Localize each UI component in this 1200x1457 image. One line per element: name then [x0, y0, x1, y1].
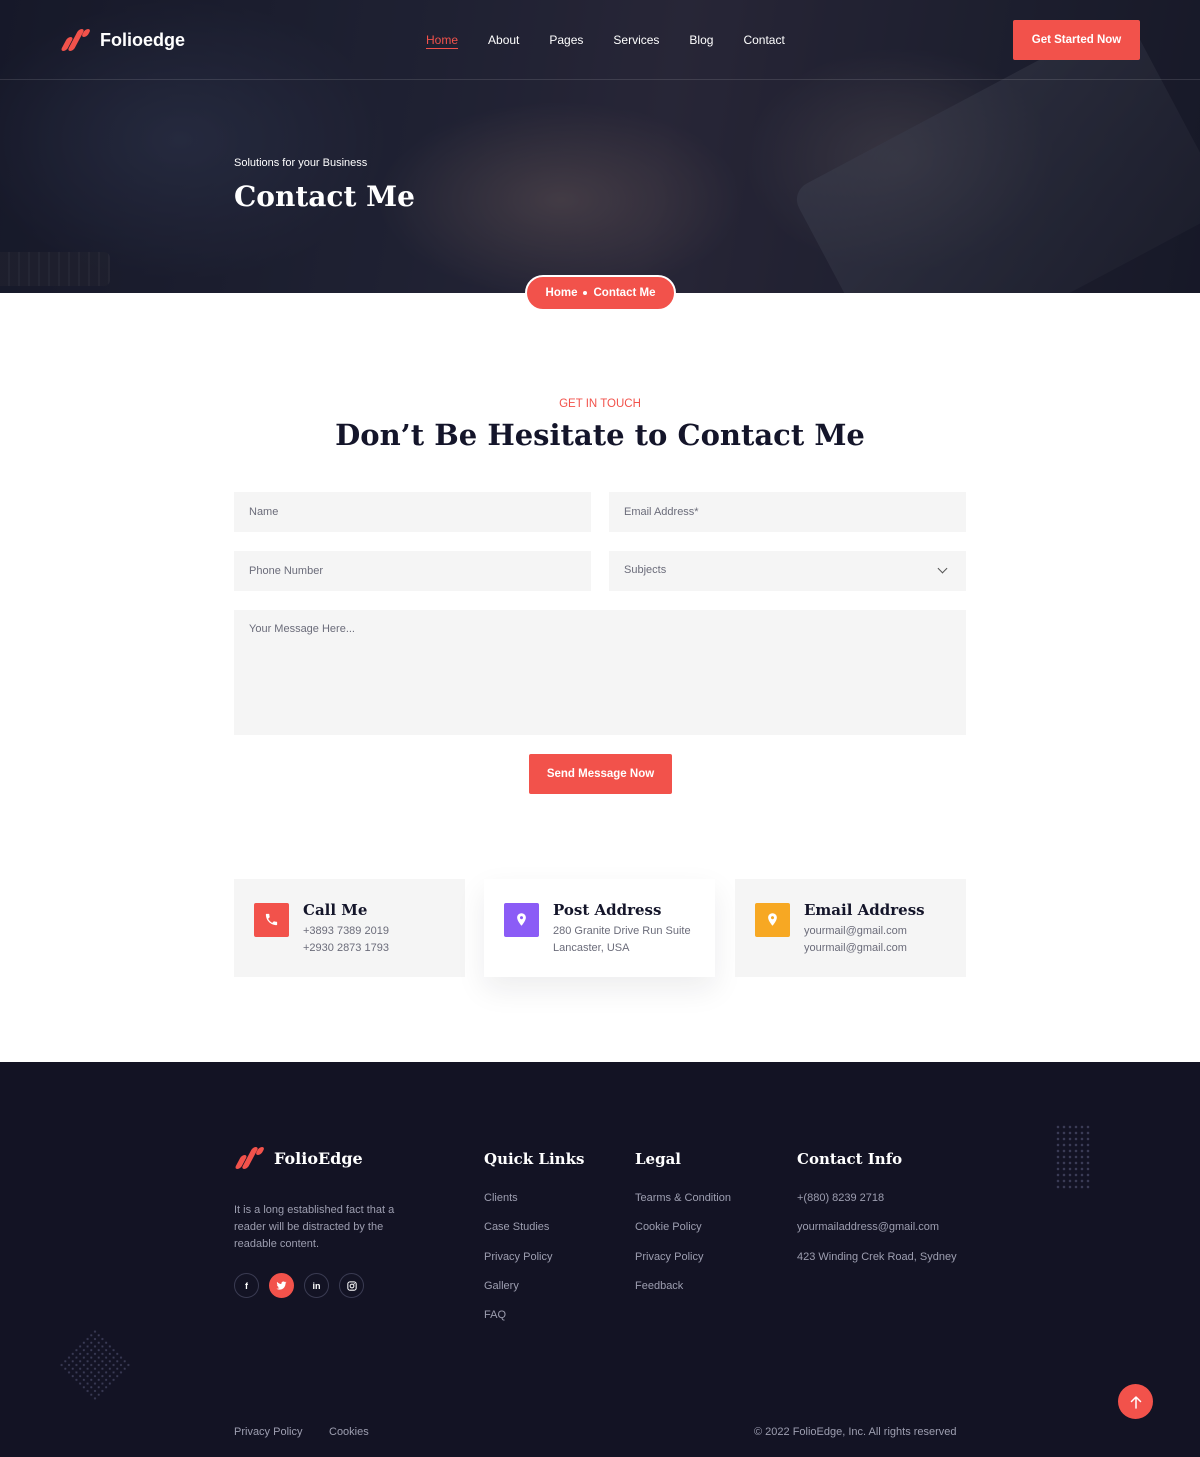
nav-item-blog[interactable]: Blog — [689, 33, 713, 47]
nav-item-contact[interactable]: Contact — [743, 33, 784, 47]
footer-link[interactable]: FAQ — [484, 1309, 506, 1321]
dot-pattern-decor — [1055, 1124, 1090, 1190]
info-card-line: Lancaster, USA — [553, 942, 630, 954]
footer-heading-contact: Contact Info — [797, 1150, 903, 1168]
facebook-icon[interactable]: f — [234, 1273, 259, 1298]
logo-icon — [234, 1146, 266, 1170]
nav-item-home[interactable]: Home — [426, 33, 458, 47]
message-textarea[interactable] — [234, 610, 966, 735]
footer-link[interactable]: Feedback — [635, 1280, 683, 1292]
info-card-address: Post Address 280 Granite Drive Run Suite… — [484, 879, 715, 977]
hero-keyboard-decor — [0, 252, 110, 286]
footer-heading-quick-links: Quick Links — [484, 1150, 585, 1168]
chevron-down-icon — [937, 563, 948, 574]
footer-brand-name: FolioEdge — [274, 1148, 363, 1168]
info-card-email: Email Address yourmail@gmail.com yourmai… — [735, 879, 966, 977]
footer-contact-phone[interactable]: +(880) 8239 2718 — [797, 1192, 884, 1204]
footer-contact-address: 423 Winding Crek Road, Sydney — [797, 1251, 957, 1263]
footer-link[interactable]: Cookie Policy — [635, 1221, 702, 1233]
brand-logo[interactable]: Folioedge — [60, 28, 185, 52]
location-pin-icon — [504, 903, 539, 937]
footer-logo[interactable]: FolioEdge — [234, 1146, 363, 1170]
phone-input[interactable] — [234, 551, 591, 591]
footer-bottom-link[interactable]: Cookies — [329, 1426, 369, 1438]
send-message-button[interactable]: Send Message Now — [529, 754, 672, 794]
nav-menu: Home About Pages Services Blog Contact — [426, 33, 785, 47]
copyright: © 2022 FolioEdge, Inc. All rights reserv… — [754, 1426, 957, 1438]
footer-link[interactable]: Clients — [484, 1192, 518, 1204]
breadcrumb-current: Contact Me — [593, 287, 656, 299]
section-kicker: GET IN TOUCH — [559, 398, 641, 410]
twitter-icon[interactable] — [269, 1273, 294, 1298]
subject-select[interactable]: Subjects — [609, 551, 966, 591]
location-pin-icon — [755, 903, 790, 937]
info-card-line[interactable]: yourmail@gmail.com — [804, 942, 907, 954]
footer-link[interactable]: Privacy Policy — [484, 1251, 552, 1263]
footer-bottom-link[interactable]: Privacy Policy — [234, 1426, 302, 1438]
brand-name: Folioedge — [100, 29, 185, 50]
info-card-line: 280 Granite Drive Run Suite — [553, 925, 691, 937]
info-card-call: Call Me +3893 7389 2019 +2930 2873 1793 — [234, 879, 465, 977]
site-footer — [0, 1062, 1200, 1457]
nav-item-about[interactable]: About — [488, 33, 519, 47]
footer-heading-legal: Legal — [635, 1150, 681, 1168]
footer-description: It is a long established fact that a rea… — [234, 1204, 395, 1250]
info-card-title: Post Address — [553, 901, 662, 919]
logo-icon — [60, 28, 92, 52]
info-card-line: +3893 7389 2019 — [303, 925, 389, 937]
instagram-icon[interactable] — [339, 1273, 364, 1298]
info-card-line: +2930 2873 1793 — [303, 942, 389, 954]
get-started-button[interactable]: Get Started Now — [1013, 20, 1140, 60]
footer-link[interactable]: Gallery — [484, 1280, 519, 1292]
email-input[interactable] — [609, 492, 966, 532]
scroll-to-top-button[interactable] — [1118, 1384, 1153, 1419]
footer-link[interactable]: Tearms & Condition — [635, 1192, 731, 1204]
info-card-title: Call Me — [303, 901, 368, 919]
footer-link[interactable]: Case Studies — [484, 1221, 549, 1233]
section-title: Don’t Be Hesitate to Contact Me — [335, 418, 865, 452]
phone-icon — [254, 903, 289, 937]
nav-item-services[interactable]: Services — [613, 33, 659, 47]
breadcrumb-separator — [583, 291, 588, 295]
footer-contact-email[interactable]: yourmailaddress@gmail.com — [797, 1221, 939, 1233]
name-input[interactable] — [234, 492, 591, 532]
nav-item-pages[interactable]: Pages — [549, 33, 583, 47]
linkedin-icon[interactable]: in — [304, 1273, 329, 1298]
info-card-title: Email Address — [804, 901, 925, 919]
breadcrumb-home[interactable]: Home — [546, 287, 578, 299]
info-card-line[interactable]: yourmail@gmail.com — [804, 925, 907, 937]
top-navigation: Folioedge Home About Pages Services Blog… — [0, 0, 1200, 80]
arrow-up-icon — [1130, 1395, 1141, 1409]
subject-select-value: Subjects — [624, 564, 667, 576]
page-title: Contact Me — [234, 180, 415, 213]
footer-link[interactable]: Privacy Policy — [635, 1251, 703, 1263]
hero-subtitle: Solutions for your Business — [234, 157, 368, 169]
breadcrumb: Home Contact Me — [525, 275, 676, 311]
